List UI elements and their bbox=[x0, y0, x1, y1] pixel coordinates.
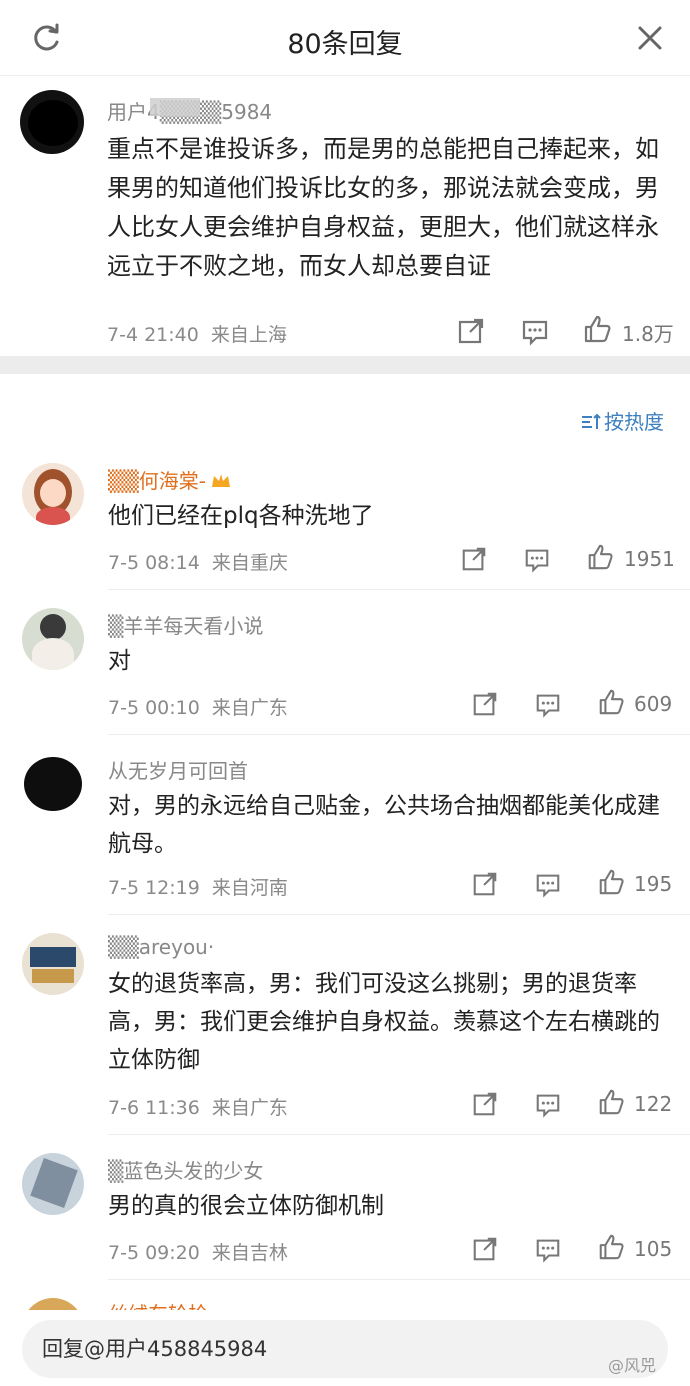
share-icon[interactable] bbox=[460, 545, 488, 573]
reply-meta: 7-5 00:10 来自广东 bbox=[108, 693, 288, 720]
reply-divider bbox=[108, 1279, 690, 1280]
like-count: 1.8万 bbox=[622, 322, 674, 346]
reply-divider bbox=[108, 914, 690, 915]
reply-location: 来自重庆 bbox=[211, 552, 288, 574]
reply-text: 他们已经在plq各种洗地了 bbox=[108, 503, 374, 529]
reply-text: 对，男的永远给自己贴金，公共场合抽烟都能美化成建航母。 bbox=[108, 793, 660, 857]
username-blur bbox=[150, 98, 200, 116]
reply-location: 来自吉林 bbox=[211, 1242, 288, 1264]
like-icon[interactable] bbox=[597, 1088, 625, 1116]
avatar[interactable] bbox=[22, 1153, 84, 1215]
reply-username[interactable]: 从无岁月可回首 bbox=[108, 755, 248, 784]
reply-username[interactable]: 丝绒车轮桧 bbox=[108, 1298, 208, 1310]
close-icon[interactable] bbox=[632, 20, 668, 56]
reply-time: 7-5 09:20 bbox=[108, 1242, 200, 1264]
reply-username-text: 丝绒车轮桧 bbox=[108, 1302, 208, 1310]
like-icon[interactable] bbox=[586, 543, 614, 571]
sort-icon bbox=[582, 413, 601, 429]
like-icon[interactable] bbox=[597, 688, 625, 716]
comment-icon[interactable] bbox=[534, 690, 562, 718]
comment-icon[interactable] bbox=[534, 870, 562, 898]
reply-username-text: ▒▒何海棠- bbox=[108, 469, 206, 493]
like-count: 122 bbox=[634, 1092, 673, 1116]
reply-bar: 回复@用户458845984 bbox=[0, 1310, 690, 1386]
reply-text: 女的退货率高，男：我们可没这么挑剔；男的退货率高，男：我们更会维护自身权益。羡慕… bbox=[108, 971, 660, 1073]
comment-location: 来自上海 bbox=[210, 324, 287, 346]
reply-meta: 7-6 11:36 来自广东 bbox=[108, 1093, 288, 1120]
main-comment-time: 7-4 21:40 来自上海 bbox=[107, 320, 287, 347]
share-icon[interactable] bbox=[456, 316, 486, 346]
comment-icon[interactable] bbox=[523, 545, 551, 573]
page-title: 80条回复 bbox=[287, 29, 403, 60]
reply-divider bbox=[108, 589, 690, 590]
share-icon[interactable] bbox=[471, 1090, 499, 1118]
share-icon[interactable] bbox=[471, 690, 499, 718]
reply-divider bbox=[108, 1134, 690, 1135]
watermark: @风兕 bbox=[608, 1356, 657, 1375]
reply-time: 7-6 11:36 bbox=[108, 1097, 200, 1119]
section-divider bbox=[0, 356, 690, 374]
main-comment-text: 重点不是谁投诉多，而是男的总能把自己捧起来，如果男的知道他们投诉比女的多，那说法… bbox=[107, 135, 659, 280]
vip-crown-icon bbox=[211, 474, 230, 487]
avatar[interactable] bbox=[22, 753, 84, 815]
reply-username[interactable]: ▒▒何海棠- bbox=[108, 465, 232, 494]
reply-item: ▒羊羊每天看小说 对 7-5 00:10 来自广东 609 bbox=[0, 600, 690, 735]
reply-item: ▒蓝色头发的少女 男的真的很会立体防御机制 7-5 09:20 来自吉林 105 bbox=[0, 1145, 690, 1280]
comment-icon[interactable] bbox=[520, 316, 550, 346]
reply-location: 来自河南 bbox=[211, 877, 288, 899]
like-count: 195 bbox=[634, 872, 673, 896]
reply-username[interactable]: ▒蓝色头发的少女 bbox=[108, 1155, 263, 1184]
share-icon[interactable] bbox=[471, 1235, 499, 1263]
like-count: 609 bbox=[634, 692, 673, 716]
reply-username[interactable]: ▒羊羊每天看小说 bbox=[108, 610, 263, 639]
like-icon[interactable] bbox=[582, 314, 612, 344]
main-comment: 用户4▒▒▒▒5984 重点不是谁投诉多，而是男的总能把自己捧起来，如果男的知道… bbox=[0, 76, 690, 356]
reply-divider bbox=[108, 734, 690, 735]
reply-time: 7-5 12:19 bbox=[108, 877, 200, 899]
reply-location: 来自广东 bbox=[211, 1097, 288, 1119]
reply-username[interactable]: ▒▒areyou· bbox=[108, 935, 214, 959]
reply-meta: 7-5 09:20 来自吉林 bbox=[108, 1238, 288, 1265]
like-count: 1951 bbox=[624, 547, 675, 571]
reply-input[interactable]: 回复@用户458845984 bbox=[22, 1320, 668, 1378]
reply-item: ▒▒何海棠- 他们已经在plq各种洗地了 7-5 08:14 来自重庆 1951 bbox=[0, 455, 690, 590]
comment-icon[interactable] bbox=[534, 1235, 562, 1263]
comment-icon[interactable] bbox=[534, 1090, 562, 1118]
reply-item: 丝绒车轮桧 bbox=[0, 1290, 690, 1310]
share-icon[interactable] bbox=[471, 870, 499, 898]
sort-label: 按热度 bbox=[604, 410, 664, 434]
avatar[interactable] bbox=[22, 933, 84, 995]
like-count: 105 bbox=[634, 1237, 673, 1261]
reply-time: 7-5 00:10 bbox=[108, 697, 200, 719]
reply-item: 从无岁月可回首 对，男的永远给自己贴金，公共场合抽烟都能美化成建航母。 7-5 … bbox=[0, 745, 690, 915]
header: 80条回复 bbox=[0, 0, 690, 76]
reply-location: 来自广东 bbox=[211, 697, 288, 719]
avatar[interactable] bbox=[22, 463, 84, 525]
reply-text: 对 bbox=[108, 648, 131, 674]
avatar[interactable] bbox=[22, 608, 84, 670]
like-icon[interactable] bbox=[597, 1233, 625, 1261]
reply-text: 男的真的很会立体防御机制 bbox=[108, 1193, 384, 1219]
reply-time: 7-5 08:14 bbox=[108, 552, 200, 574]
sort-button[interactable]: 按热度 bbox=[580, 406, 664, 435]
comment-time: 7-4 21:40 bbox=[107, 324, 199, 346]
avatar[interactable] bbox=[20, 90, 84, 154]
avatar[interactable] bbox=[22, 1298, 84, 1310]
reply-item: ▒▒areyou· 女的退货率高，男：我们可没这么挑剔；男的退货率高，男：我们更… bbox=[0, 925, 690, 1135]
reply-meta: 7-5 12:19 来自河南 bbox=[108, 873, 288, 900]
reply-meta: 7-5 08:14 来自重庆 bbox=[108, 548, 288, 575]
like-icon[interactable] bbox=[597, 868, 625, 896]
